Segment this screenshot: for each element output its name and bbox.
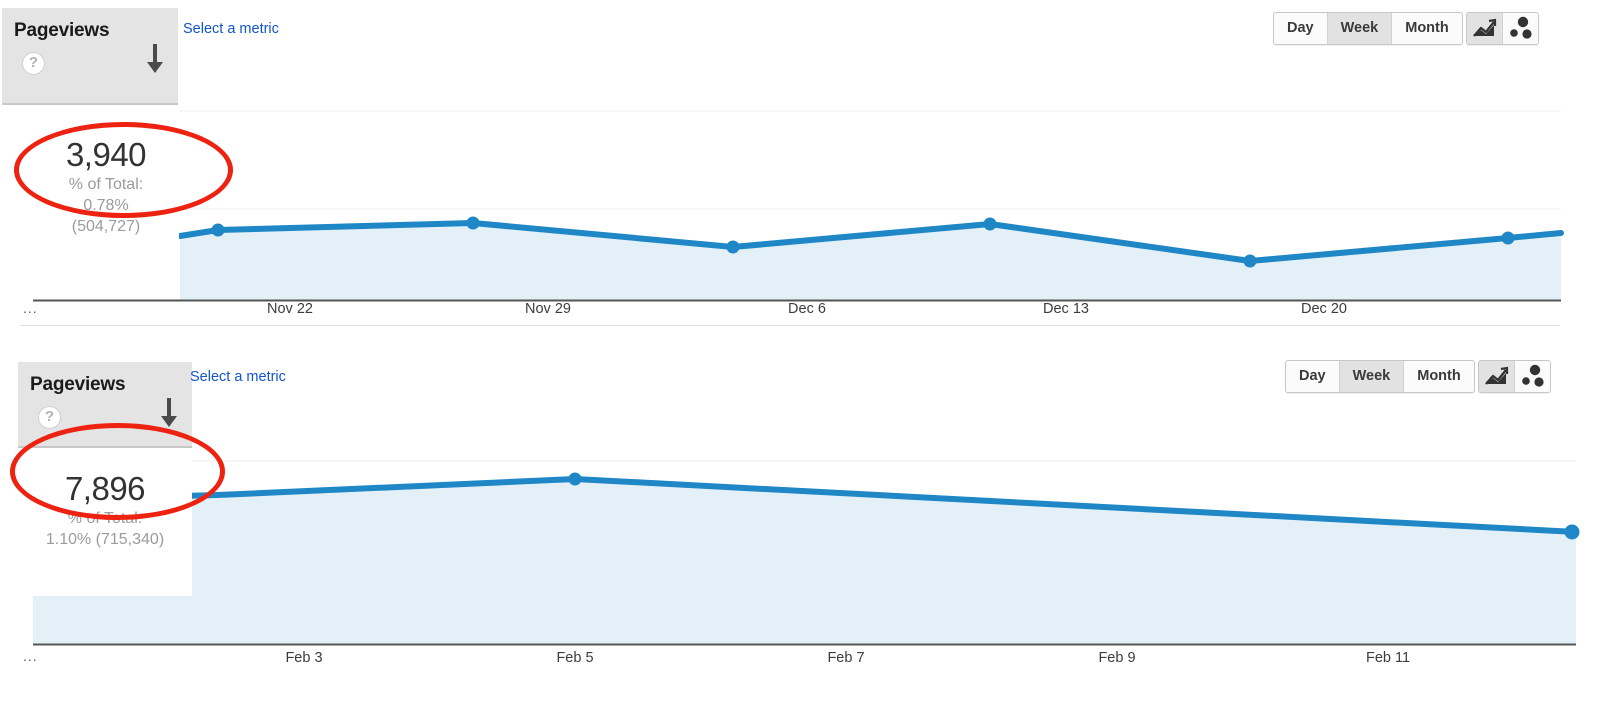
metric-tab-label: Pageviews (14, 20, 110, 41)
line-chart-icon[interactable] (1479, 361, 1515, 392)
granularity-option-month[interactable]: Month (1404, 361, 1474, 392)
metric-tab-pageviews-2[interactable]: Pageviews ? (18, 362, 192, 448)
data-point[interactable] (983, 217, 997, 231)
pageviews-chart-1 (33, 110, 1564, 302)
data-point[interactable] (568, 472, 582, 486)
bubble-chart-icon[interactable] (1515, 361, 1550, 392)
x-axis-tick-label: Nov 22 (267, 301, 313, 317)
metric-percent-label-2: % of Total: (67, 510, 143, 527)
data-point[interactable] (726, 240, 740, 254)
data-point[interactable] (211, 223, 225, 237)
data-point[interactable] (1243, 254, 1257, 268)
metric-value-2: 7,896 (64, 470, 146, 507)
metric-percent-label-1: % of Total: (68, 176, 144, 193)
question-mark-icon[interactable]: ? (22, 52, 45, 75)
x-axis-tick-label: Dec 20 (1301, 301, 1347, 317)
granularity-toggle-1[interactable]: Day Week Month (1273, 12, 1463, 45)
granularity-option-week[interactable]: Week (1339, 361, 1405, 392)
granularity-option-week[interactable]: Week (1327, 13, 1393, 44)
chart-type-toggle-1[interactable] (1466, 12, 1539, 45)
pageviews-panel-1: Pageviews ? Select a metric Day Week Mon… (0, 0, 1620, 345)
metric-percent-value-1: 0.78% (83, 197, 129, 214)
bubble-chart-icon[interactable] (1503, 13, 1538, 44)
x-axis-ellipsis-2: ... (23, 648, 38, 664)
metric-value-box-2: 7,896 % of Total: 1.10% (715,340) (18, 448, 192, 596)
x-axis-tick-label: Feb 3 (285, 650, 323, 666)
down-arrow-icon[interactable] (144, 44, 166, 74)
panel-divider (20, 325, 1560, 326)
metric-value-1: 3,940 (65, 136, 147, 173)
data-point[interactable] (466, 216, 480, 230)
select-a-metric-link-2[interactable]: Select a metric (190, 369, 286, 385)
granularity-option-day[interactable]: Day (1286, 361, 1340, 392)
chart-area-fill (33, 479, 1576, 644)
metric-tab-pageviews[interactable]: Pageviews ? (2, 8, 178, 105)
metric-value-box-1: 3,940 % of Total: 0.78% (504,727) (33, 118, 179, 268)
pageviews-panel-2: Pageviews ? Select a metric Day Week Mon… (0, 348, 1620, 714)
data-point[interactable] (1501, 231, 1515, 245)
granularity-toggle-2[interactable]: Day Week Month (1285, 360, 1475, 393)
select-a-metric-link-1[interactable]: Select a metric (183, 21, 279, 37)
data-point[interactable] (1564, 524, 1580, 540)
x-axis-ellipsis-1: ... (23, 300, 38, 316)
down-arrow-icon[interactable] (158, 398, 180, 428)
chart-type-toggle-2[interactable] (1478, 360, 1551, 393)
x-axis-tick-label: Nov 29 (525, 301, 571, 317)
line-chart-icon[interactable] (1467, 13, 1503, 44)
granularity-option-month[interactable]: Month (1392, 13, 1462, 44)
metric-total-1: (504,727) (71, 218, 141, 235)
metric-total-2: 1.10% (715,340) (45, 531, 165, 548)
x-axis-tick-label: Dec 6 (788, 301, 826, 317)
x-axis-tick-label: Dec 13 (1043, 301, 1089, 317)
granularity-option-day[interactable]: Day (1274, 13, 1328, 44)
metric-tab-label-2: Pageviews (30, 374, 126, 395)
x-axis-tick-label: Feb 11 (1365, 650, 1411, 666)
x-axis-tick-label: Feb 7 (827, 650, 865, 666)
x-axis-tick-label: Feb 9 (1098, 650, 1136, 666)
x-axis-tick-label: Feb 5 (556, 650, 594, 666)
question-mark-icon[interactable]: ? (38, 406, 61, 429)
